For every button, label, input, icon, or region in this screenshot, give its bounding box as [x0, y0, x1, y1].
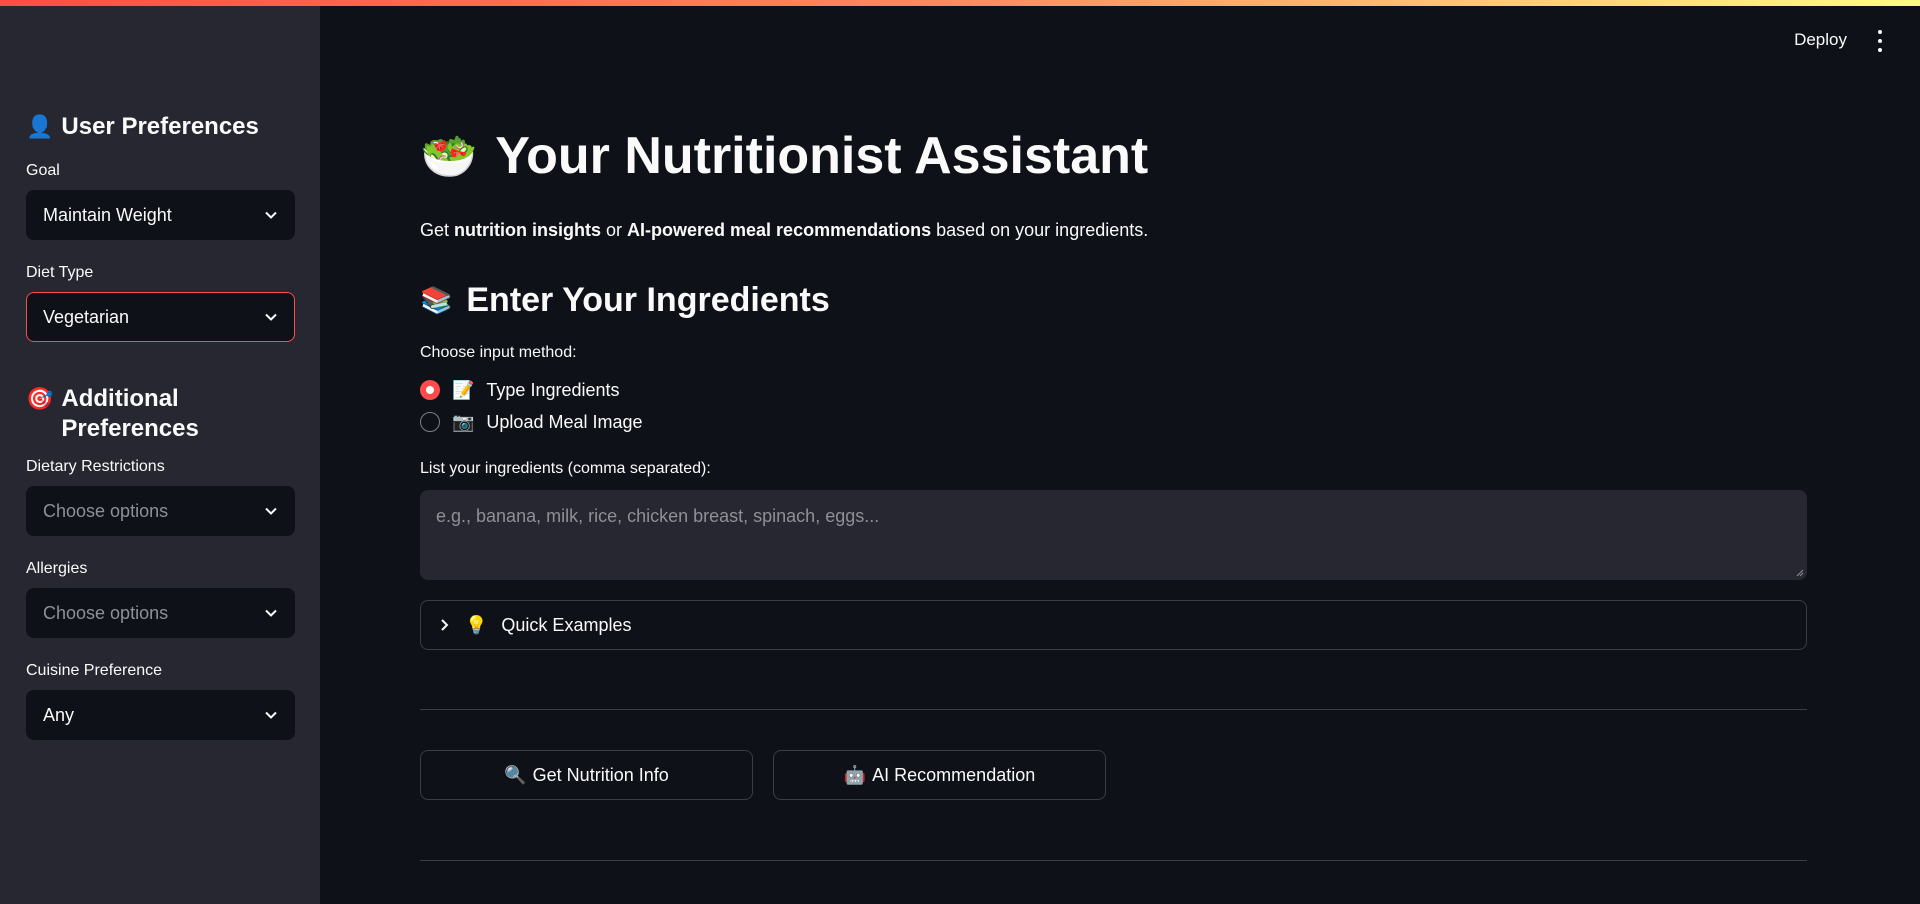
main-menu-icon[interactable] [1876, 30, 1884, 52]
subtitle-text: Get [420, 220, 455, 240]
radio-type-ingredients-label: Type Ingredients [486, 379, 620, 400]
allergies-placeholder: Choose options [43, 602, 169, 623]
subtitle-text: based on your ingredients. [931, 220, 1149, 240]
radio-type-ingredients[interactable]: 📝 Type Ingredients [420, 374, 1807, 406]
quick-examples-expander[interactable]: 💡 Quick Examples [420, 600, 1807, 650]
main-content: Deploy 🥗 Your Nutritionist Assistant Get… [320, 0, 1920, 904]
subtitle-text: or [601, 220, 628, 240]
diet-type-select[interactable]: Vegetarian [26, 292, 295, 342]
magnifier-icon: 🔍 [504, 764, 527, 785]
bulb-icon: 💡 [465, 614, 488, 635]
action-buttons: 🔍 Get Nutrition Info 🤖 AI Recommendation [420, 750, 1807, 800]
allergies-multiselect[interactable]: Choose options [26, 588, 295, 638]
subtitle-bold-nutrition: nutrition insights [454, 220, 601, 240]
robot-icon: 🤖 [843, 764, 867, 785]
section-heading-text: Enter Your Ingredients [466, 281, 830, 319]
radio-button-checked[interactable] [420, 380, 440, 400]
section-heading: 📚 Enter Your Ingredients [420, 281, 1807, 320]
input-method-label: Choose input method: [420, 344, 577, 361]
quick-examples-label: Quick Examples [501, 614, 632, 635]
camera-icon: 📷 [452, 411, 475, 432]
cuisine-preference-select[interactable]: Any [26, 690, 295, 740]
chevron-down-icon [264, 606, 278, 620]
cuisine-preference-label: Cuisine Preference [26, 662, 163, 679]
books-icon: 📚 [420, 285, 453, 315]
chevron-down-icon [264, 310, 278, 324]
user-icon: 👤 [26, 114, 54, 139]
dietary-restrictions-label: Dietary Restrictions [26, 458, 165, 475]
get-nutrition-info-label: Get Nutrition Info [532, 764, 669, 785]
chevron-down-icon [264, 208, 278, 222]
ingredients-textarea[interactable]: e.g., banana, milk, rice, chicken breast… [420, 490, 1807, 580]
sidebar: 👤 User Preferences Goal Maintain Weight … [0, 0, 320, 904]
page-title: 🥗 Your Nutritionist Assistant [420, 120, 1807, 192]
deploy-button[interactable]: Deploy [1794, 30, 1847, 50]
dietary-restrictions-multiselect[interactable]: Choose options [26, 486, 295, 536]
dietary-restrictions-placeholder: Choose options [43, 500, 169, 521]
additional-preferences-heading: 🎯 Additional Preferences [26, 384, 294, 444]
ingredients-label: List your ingredients (comma separated): [420, 460, 711, 477]
ai-recommendation-label: AI Recommendation [872, 764, 1036, 785]
top-decoration-bar [0, 0, 1920, 6]
goal-value: Maintain Weight [43, 204, 172, 225]
chevron-down-icon [264, 504, 278, 518]
radio-button-unchecked[interactable] [420, 412, 440, 432]
goal-select[interactable]: Maintain Weight [26, 190, 295, 240]
salad-icon: 🥗 [420, 129, 478, 182]
page-subtitle: Get nutrition insights or AI-powered mea… [420, 220, 1807, 241]
resize-handle-icon[interactable] [1796, 569, 1804, 577]
allergies-label: Allergies [26, 560, 88, 577]
chevron-right-icon [441, 619, 449, 631]
target-icon: 🎯 [26, 386, 54, 411]
diet-type-value: Vegetarian [43, 306, 130, 327]
diet-type-label: Diet Type [26, 264, 94, 281]
ingredients-placeholder: e.g., banana, milk, rice, chicken breast… [436, 506, 880, 526]
user-preferences-heading: 👤 User Preferences [26, 112, 294, 142]
subtitle-bold-ai: AI-powered meal recommendations [627, 220, 932, 240]
page-title-text: Your Nutritionist Assistant [495, 127, 1149, 185]
additional-preferences-title: Additional Preferences [61, 385, 199, 442]
ai-recommendation-button[interactable]: 🤖 AI Recommendation [773, 750, 1106, 800]
input-method-radio-group: 📝 Type Ingredients 📷 Upload Meal Image [420, 374, 1807, 438]
goal-label: Goal [26, 162, 60, 179]
radio-upload-meal-image[interactable]: 📷 Upload Meal Image [420, 406, 1807, 438]
memo-icon: 📝 [452, 379, 475, 400]
divider [420, 709, 1807, 710]
get-nutrition-info-button[interactable]: 🔍 Get Nutrition Info [420, 750, 753, 800]
user-preferences-title: User Preferences [61, 113, 259, 140]
divider [420, 860, 1807, 861]
chevron-down-icon [264, 708, 278, 722]
cuisine-preference-value: Any [43, 704, 75, 725]
radio-upload-meal-image-label: Upload Meal Image [486, 411, 643, 432]
